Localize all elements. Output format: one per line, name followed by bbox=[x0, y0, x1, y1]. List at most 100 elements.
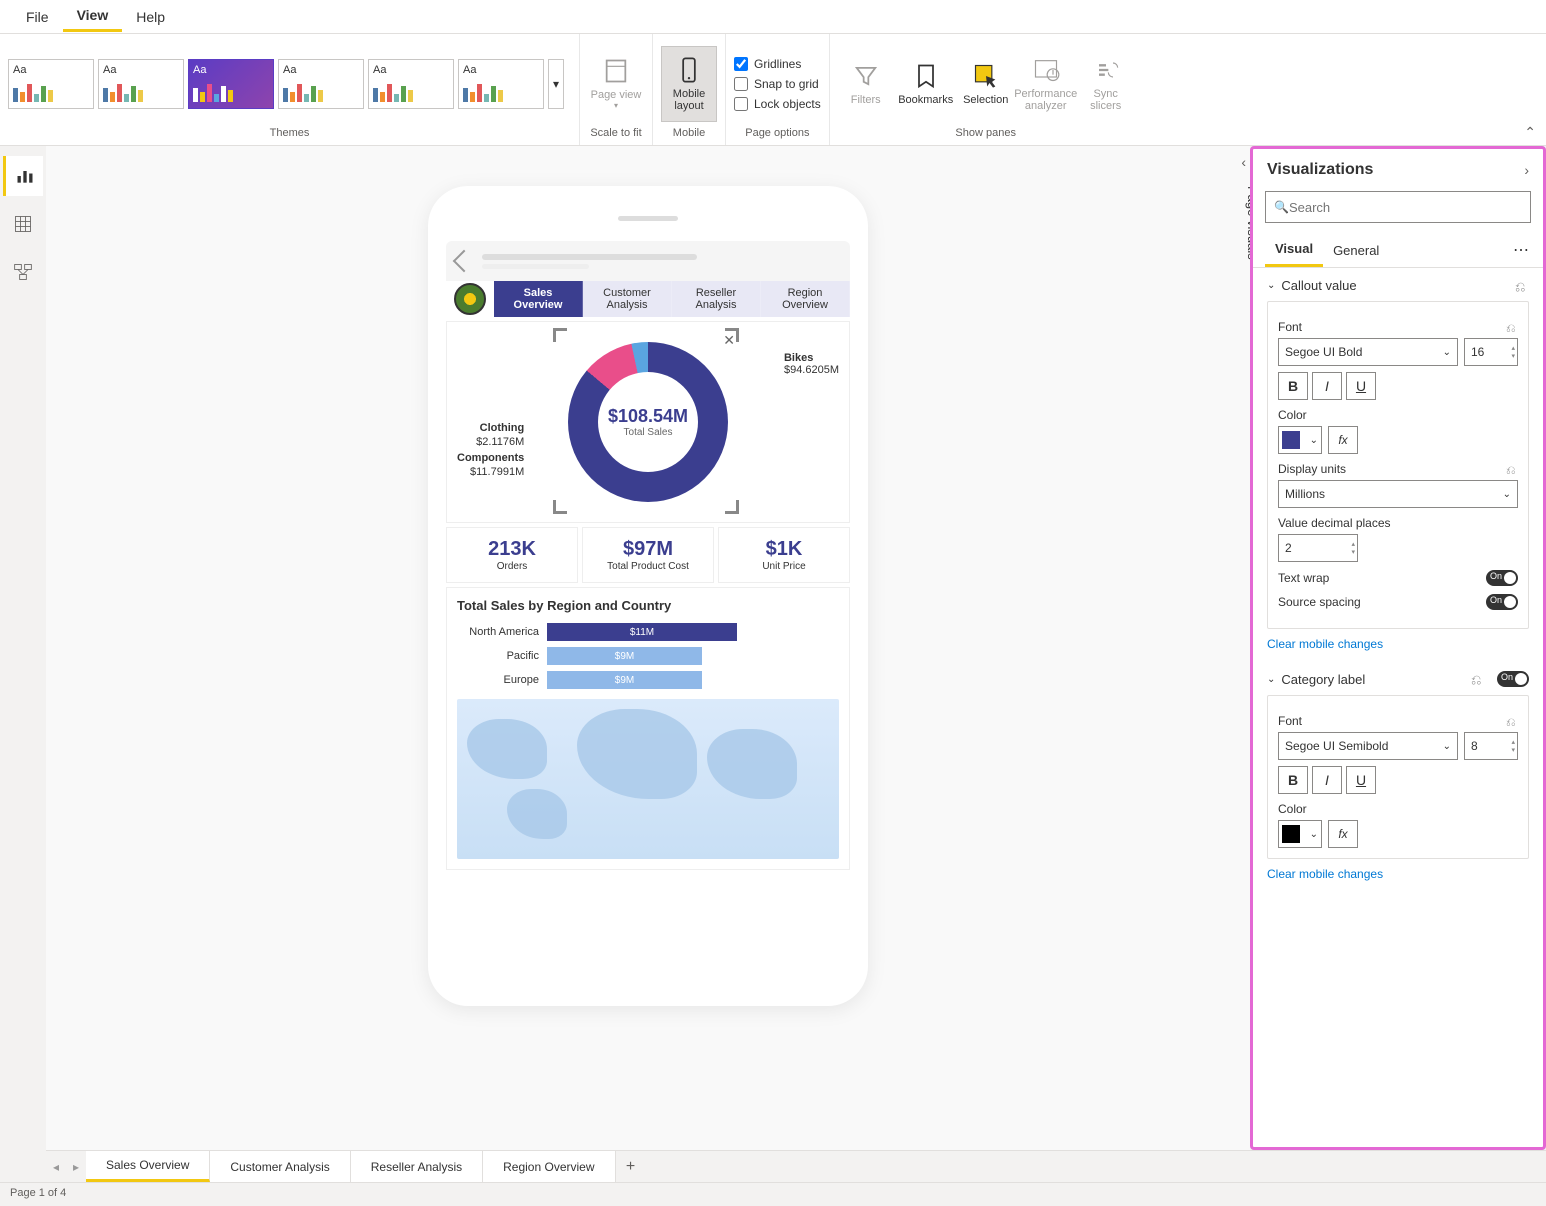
gridlines-checkbox[interactable]: Gridlines bbox=[734, 57, 821, 71]
category-label-header[interactable]: ⌄Category label ⎌ On bbox=[1267, 671, 1529, 687]
category-label-toggle[interactable]: On bbox=[1497, 671, 1529, 687]
page-view-button[interactable]: Page view▾ bbox=[588, 46, 644, 122]
theme-swatch-4[interactable]: Aa bbox=[278, 59, 364, 109]
source-spacing-toggle[interactable]: On bbox=[1486, 594, 1518, 610]
page-tab-customer[interactable]: Customer Analysis bbox=[210, 1151, 350, 1182]
phone-tab-region[interactable]: Region Overview bbox=[761, 281, 850, 317]
revert-icon[interactable]: ⎌ bbox=[1506, 463, 1518, 475]
bold-button[interactable]: B bbox=[1278, 372, 1308, 400]
page-tabs: ◂ ▸ Sales Overview Customer Analysis Res… bbox=[46, 1150, 1546, 1182]
pane-expand-button[interactable]: › bbox=[1524, 162, 1529, 178]
search-input[interactable] bbox=[1289, 200, 1522, 215]
color1-swatch[interactable]: ⌄ bbox=[1278, 426, 1322, 454]
clear-mobile-changes-1[interactable]: Clear mobile changes bbox=[1267, 637, 1529, 651]
revert-icon[interactable]: ⎌ bbox=[1506, 715, 1518, 727]
sync-slicers-icon bbox=[1092, 56, 1120, 84]
search-icon: 🔍 bbox=[1274, 200, 1289, 214]
revert-icon[interactable]: ⎌ bbox=[1515, 279, 1529, 293]
canvas-collapse-button[interactable]: ‹ bbox=[1241, 154, 1246, 170]
page-tab-sales[interactable]: Sales Overview bbox=[86, 1151, 210, 1182]
donut-left-labels: Clothing $2.1176M Components $11.7991M bbox=[457, 422, 524, 480]
decimals-input[interactable]: 2▴▾ bbox=[1278, 534, 1358, 562]
pane-search[interactable]: 🔍 bbox=[1265, 191, 1531, 223]
clear-mobile-changes-2[interactable]: Clear mobile changes bbox=[1267, 867, 1529, 881]
menu-file[interactable]: File bbox=[12, 3, 63, 31]
mobile-layout-icon bbox=[675, 56, 703, 84]
font1-select[interactable]: Segoe UI Bold⌄ bbox=[1278, 338, 1458, 366]
menu-bar: File View Help bbox=[0, 0, 1546, 34]
performance-analyzer-button[interactable]: Performance analyzer bbox=[1018, 46, 1074, 122]
phone-header bbox=[446, 241, 850, 281]
mobile-layout-button[interactable]: Mobile layout bbox=[661, 46, 717, 122]
underline2-button[interactable]: U bbox=[1346, 766, 1376, 794]
theme-swatch-5[interactable]: Aa bbox=[368, 59, 454, 109]
page-options-group-label: Page options bbox=[734, 127, 821, 143]
theme-gallery-more[interactable]: ▾ bbox=[548, 59, 564, 109]
donut-chart: $108.54M Total Sales bbox=[568, 342, 728, 502]
page-tab-region[interactable]: Region Overview bbox=[483, 1151, 615, 1182]
phone-tabs: Sales Overview Customer Analysis Reselle… bbox=[446, 281, 850, 317]
page-next-button[interactable]: ▸ bbox=[66, 1160, 86, 1174]
themes-group-label: Themes bbox=[8, 127, 571, 143]
kpi-unit-price[interactable]: $1KUnit Price bbox=[718, 527, 850, 583]
phone-tab-customer[interactable]: Customer Analysis bbox=[583, 281, 672, 317]
page-prev-button[interactable]: ◂ bbox=[46, 1160, 66, 1174]
theme-swatch-6[interactable]: Aa bbox=[458, 59, 544, 109]
pane-tab-general[interactable]: General bbox=[1323, 235, 1389, 266]
pane-more-button[interactable]: ⋯ bbox=[1513, 240, 1531, 260]
pane-title: Visualizations bbox=[1267, 161, 1373, 179]
phone-tab-sales[interactable]: Sales Overview bbox=[494, 281, 583, 317]
bar-row-europe: Europe$9M bbox=[457, 671, 839, 689]
kpi-orders[interactable]: 213KOrders bbox=[446, 527, 578, 583]
menu-help[interactable]: Help bbox=[122, 3, 179, 31]
pane-tab-visual[interactable]: Visual bbox=[1265, 233, 1323, 267]
font2-select[interactable]: Segoe UI Semibold⌄ bbox=[1278, 732, 1458, 760]
sync-slicers-button[interactable]: Sync slicers bbox=[1078, 46, 1134, 122]
data-view-button[interactable] bbox=[3, 204, 43, 244]
size2-input[interactable]: 8▴▾ bbox=[1464, 732, 1518, 760]
donut-center-value: $108.54M bbox=[608, 406, 688, 427]
selection-button[interactable]: Selection bbox=[958, 46, 1014, 122]
mobile-group-label: Mobile bbox=[661, 127, 717, 143]
theme-swatch-2[interactable]: Aa bbox=[98, 59, 184, 109]
menu-view[interactable]: View bbox=[63, 1, 123, 32]
italic-button[interactable]: I bbox=[1312, 372, 1342, 400]
ribbon-collapse-button[interactable]: ⌃ bbox=[1524, 124, 1536, 141]
italic2-button[interactable]: I bbox=[1312, 766, 1342, 794]
region-card[interactable]: Total Sales by Region and Country North … bbox=[446, 587, 850, 870]
model-view-button[interactable] bbox=[3, 252, 43, 292]
callout-value-header[interactable]: ⌄Callout value ⎌ bbox=[1267, 278, 1529, 293]
fx2-button[interactable]: fx bbox=[1328, 820, 1358, 848]
report-view-button[interactable] bbox=[3, 156, 43, 196]
filters-icon bbox=[852, 62, 880, 90]
theme-swatch-3[interactable]: Aa bbox=[188, 59, 274, 109]
donut-center-label: Total Sales bbox=[624, 427, 673, 438]
size1-input[interactable]: 16▴▾ bbox=[1464, 338, 1518, 366]
bold2-button[interactable]: B bbox=[1278, 766, 1308, 794]
fx1-button[interactable]: fx bbox=[1328, 426, 1358, 454]
donut-card[interactable]: ✕ Clothing $2.1176M Components $11.7991M… bbox=[446, 321, 850, 523]
snap-to-grid-checkbox[interactable]: Snap to grid bbox=[734, 77, 821, 91]
region-chart-title: Total Sales by Region and Country bbox=[457, 598, 839, 613]
canvas-area: ‹ Page visuals Sales Overview Customer A… bbox=[46, 146, 1250, 1150]
revert-icon[interactable]: ⎌ bbox=[1471, 672, 1485, 686]
revert-icon[interactable]: ⎌ bbox=[1506, 321, 1518, 333]
phone-back-icon bbox=[453, 250, 476, 273]
text-wrap-toggle[interactable]: On bbox=[1486, 570, 1518, 586]
bookmarks-button[interactable]: Bookmarks bbox=[898, 46, 954, 122]
underline-button[interactable]: U bbox=[1346, 372, 1376, 400]
color2-swatch[interactable]: ⌄ bbox=[1278, 820, 1322, 848]
ribbon: Aa Aa Aa Aa Aa Aa ▾ Themes Page view▾ Sc… bbox=[0, 34, 1546, 146]
selection-icon bbox=[972, 62, 1000, 90]
lock-objects-checkbox[interactable]: Lock objects bbox=[734, 97, 821, 111]
page-tab-reseller[interactable]: Reseller Analysis bbox=[351, 1151, 483, 1182]
filters-button[interactable]: Filters bbox=[838, 46, 894, 122]
display-units-select[interactable]: Millions⌄ bbox=[1278, 480, 1518, 508]
phone-tab-reseller[interactable]: Reseller Analysis bbox=[672, 281, 761, 317]
kpi-product-cost[interactable]: $97MTotal Product Cost bbox=[582, 527, 714, 583]
add-page-button[interactable]: + bbox=[616, 1158, 646, 1176]
bookmarks-icon bbox=[912, 62, 940, 90]
theme-swatch-1[interactable]: Aa bbox=[8, 59, 94, 109]
donut-right-label: Bikes $94.6205M bbox=[784, 352, 839, 376]
left-rail bbox=[0, 146, 46, 292]
